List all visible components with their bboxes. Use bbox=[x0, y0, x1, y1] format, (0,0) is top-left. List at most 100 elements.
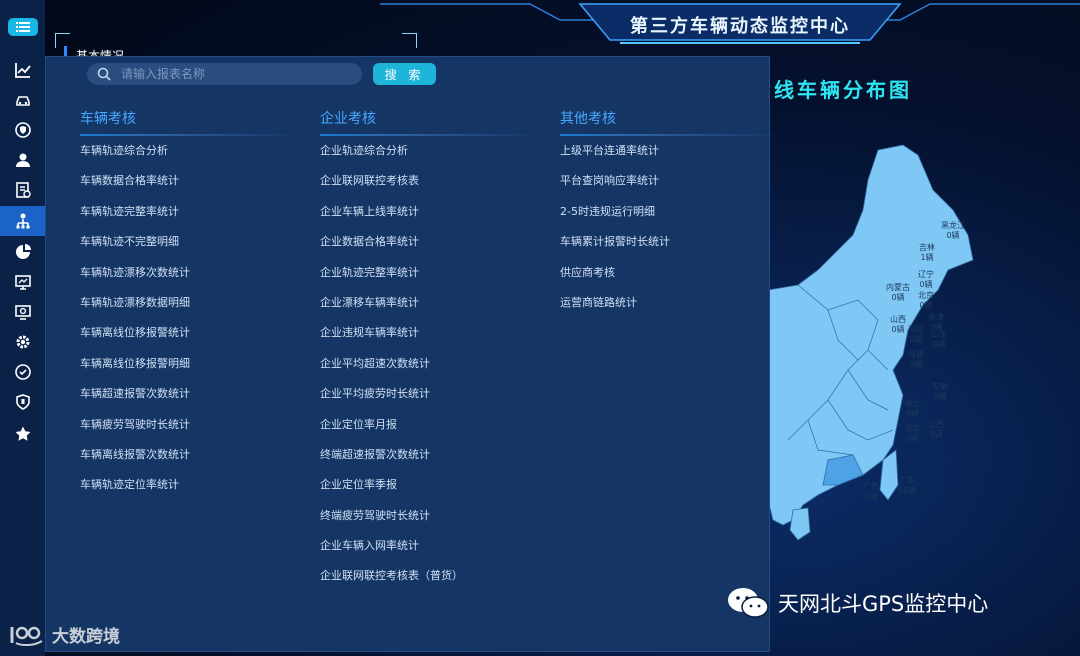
province-label: 黑龙江 0辆 bbox=[941, 221, 965, 241]
province-count: 0辆 bbox=[919, 301, 933, 310]
report-link[interactable]: 车辆轨迹不完整明细 bbox=[80, 236, 300, 266]
column-title: 企业考核 bbox=[320, 111, 376, 127]
sidebar-item-trend[interactable] bbox=[0, 56, 45, 84]
report-link[interactable]: 车辆累计报警时长统计 bbox=[560, 236, 780, 266]
province-label: 湖南 0辆 bbox=[904, 424, 920, 444]
report-link[interactable]: 车辆轨迹综合分析 bbox=[80, 144, 300, 175]
user-icon bbox=[15, 153, 30, 167]
header-title: 第三方车辆动态监控中心 bbox=[630, 16, 850, 37]
report-link[interactable]: 企业联网联控考核表 bbox=[320, 175, 540, 205]
sidebar-item-vehicle[interactable] bbox=[0, 86, 45, 114]
report-link[interactable]: 企业轨迹完整率统计 bbox=[320, 266, 540, 297]
sidebar-item-settings[interactable] bbox=[0, 328, 45, 356]
report-link[interactable]: 车辆轨迹定位率统计 bbox=[80, 479, 300, 509]
menu-toggle-button[interactable] bbox=[8, 18, 38, 36]
province-label: 山东 0辆 bbox=[931, 330, 947, 350]
sidebar-item-report[interactable] bbox=[0, 176, 45, 204]
column-items: 车辆轨迹综合分析 车辆数据合格率统计 车辆轨迹完整率统计 车辆轨迹不完整明细 车辆轨迹漂… bbox=[80, 144, 300, 510]
monitor-icon bbox=[14, 275, 31, 290]
report-link[interactable]: 车辆离线报警次数统计 bbox=[80, 448, 300, 479]
report-link[interactable]: 企业车辆上线率统计 bbox=[320, 205, 540, 236]
report-link[interactable]: 企业联网联控考核表（普货） bbox=[320, 570, 540, 600]
report-link[interactable]: 运营商链路统计 bbox=[560, 296, 780, 327]
search-input[interactable] bbox=[119, 66, 353, 82]
province-count: 0辆 bbox=[864, 492, 878, 501]
sidebar-item-protection[interactable] bbox=[0, 388, 45, 416]
wechat-icon bbox=[728, 588, 769, 618]
sidebar bbox=[0, 0, 46, 656]
province-count: 0辆 bbox=[932, 340, 946, 349]
report-link[interactable]: 企业轨迹综合分析 bbox=[320, 144, 540, 175]
search-button[interactable]: 搜 索 bbox=[373, 63, 436, 85]
report-link[interactable]: 2-5时违规运行明细 bbox=[560, 205, 780, 236]
report-link[interactable]: 企业定位率季报 bbox=[320, 479, 540, 509]
report-link[interactable]: 车辆轨迹漂移数据明细 bbox=[80, 296, 300, 327]
sidebar-item-assessment[interactable] bbox=[0, 206, 45, 236]
report-link[interactable]: 车辆疲劳驾驶时长统计 bbox=[80, 418, 300, 449]
watermark: 大数跨境 bbox=[8, 622, 120, 647]
province-label: 安徽 0辆 bbox=[932, 382, 948, 402]
wechat-account-name: 天网北斗GPS监控中心 bbox=[778, 592, 989, 616]
report-link[interactable]: 企业定位率月报 bbox=[320, 418, 540, 449]
sidebar-item-statistics[interactable] bbox=[0, 238, 45, 266]
province-name: 广东 bbox=[899, 476, 916, 485]
report-link[interactable]: 企业违规车辆率统计 bbox=[320, 327, 540, 357]
column-divider bbox=[80, 134, 300, 136]
province-name: 北京 bbox=[918, 291, 934, 300]
province-count: 0辆 bbox=[909, 335, 923, 344]
province-label: 吉林 1辆 bbox=[919, 243, 935, 263]
report-link[interactable]: 企业数据合格率统计 bbox=[320, 236, 540, 266]
wechat-badge: 天网北斗GPS监控中心 bbox=[726, 586, 988, 620]
column-title: 车辆考核 bbox=[80, 111, 136, 127]
report-link[interactable]: 车辆轨迹完整率统计 bbox=[80, 205, 300, 236]
province-count: 0辆 bbox=[909, 360, 923, 369]
province-count: 0辆 bbox=[946, 231, 960, 240]
province-name: 湖南 bbox=[904, 424, 920, 433]
province-label: 江西 0辆 bbox=[928, 420, 944, 440]
report-link[interactable]: 车辆轨迹漂移次数统计 bbox=[80, 266, 300, 297]
report-link[interactable]: 终端超速报警次数统计 bbox=[320, 448, 540, 479]
report-link[interactable]: 供应商考核 bbox=[560, 266, 780, 297]
report-link[interactable]: 平台查岗响应率统计 bbox=[560, 175, 780, 205]
shield-icon bbox=[15, 394, 30, 410]
report-link[interactable]: 企业漂移车辆率统计 bbox=[320, 296, 540, 327]
province-name: 辽宁 bbox=[918, 270, 934, 279]
province-label: 山西 0辆 bbox=[890, 315, 906, 335]
sidebar-item-user[interactable] bbox=[0, 146, 45, 174]
column-divider bbox=[560, 134, 780, 136]
search-box[interactable] bbox=[87, 63, 362, 85]
sidebar-item-sync[interactable] bbox=[0, 358, 45, 386]
report-link[interactable]: 企业车辆入网率统计 bbox=[320, 540, 540, 570]
province-name: 山东 bbox=[931, 330, 947, 339]
column-items: 上级平台连通率统计 平台查岗响应率统计 2-5时违规运行明细 车辆累计报警时长统计 供应… bbox=[560, 144, 780, 327]
sidebar-item-favorites[interactable] bbox=[0, 420, 45, 448]
province-count: 0辆 bbox=[929, 430, 943, 439]
report-link[interactable]: 车辆离线位移报警明细 bbox=[80, 357, 300, 388]
report-link[interactable]: 车辆数据合格率统计 bbox=[80, 175, 300, 205]
sidebar-item-monitor[interactable] bbox=[0, 268, 45, 296]
watermark-text: 大数跨境 bbox=[52, 627, 120, 647]
column-title: 其他考核 bbox=[560, 111, 616, 127]
column-other: 其他考核 上级平台连通率统计 平台查岗响应率统计 2-5时违规运行明细 车辆累计报警时… bbox=[560, 110, 780, 327]
report-link[interactable]: 车辆超速报警次数统计 bbox=[80, 388, 300, 418]
province-name: 湖北 bbox=[904, 399, 920, 408]
province-label: 广东 65辆 bbox=[898, 476, 916, 496]
province-label: 湖北 0辆 bbox=[904, 399, 920, 419]
sidebar-item-security[interactable] bbox=[0, 116, 45, 144]
report-link[interactable]: 终端疲劳驾驶时长统计 bbox=[320, 509, 540, 540]
report-link[interactable]: 企业平均超速次数统计 bbox=[320, 357, 540, 388]
province-count: 1辆 bbox=[920, 253, 934, 262]
column-items: 企业轨迹综合分析 企业联网联控考核表 企业车辆上线率统计 企业数据合格率统计 企业轨迹完… bbox=[320, 144, 540, 601]
report-link[interactable]: 企业平均疲劳时长统计 bbox=[320, 388, 540, 418]
province-count: 0辆 bbox=[891, 293, 905, 302]
province-name: 河南 bbox=[908, 350, 924, 359]
province-label: 辽宁 0辆 bbox=[918, 270, 934, 290]
sidebar-item-screen[interactable] bbox=[0, 298, 45, 326]
gear-icon bbox=[16, 335, 29, 349]
star-icon bbox=[15, 426, 30, 441]
province-name: 安徽 bbox=[932, 382, 948, 391]
report-link[interactable]: 车辆离线位移报警统计 bbox=[80, 327, 300, 357]
column-enterprise: 企业考核 企业轨迹综合分析 企业联网联控考核表 企业车辆上线率统计 企业数据合格率统计… bbox=[320, 110, 540, 601]
province-name: 吉林 bbox=[919, 243, 935, 252]
report-link[interactable]: 上级平台连通率统计 bbox=[560, 144, 780, 175]
